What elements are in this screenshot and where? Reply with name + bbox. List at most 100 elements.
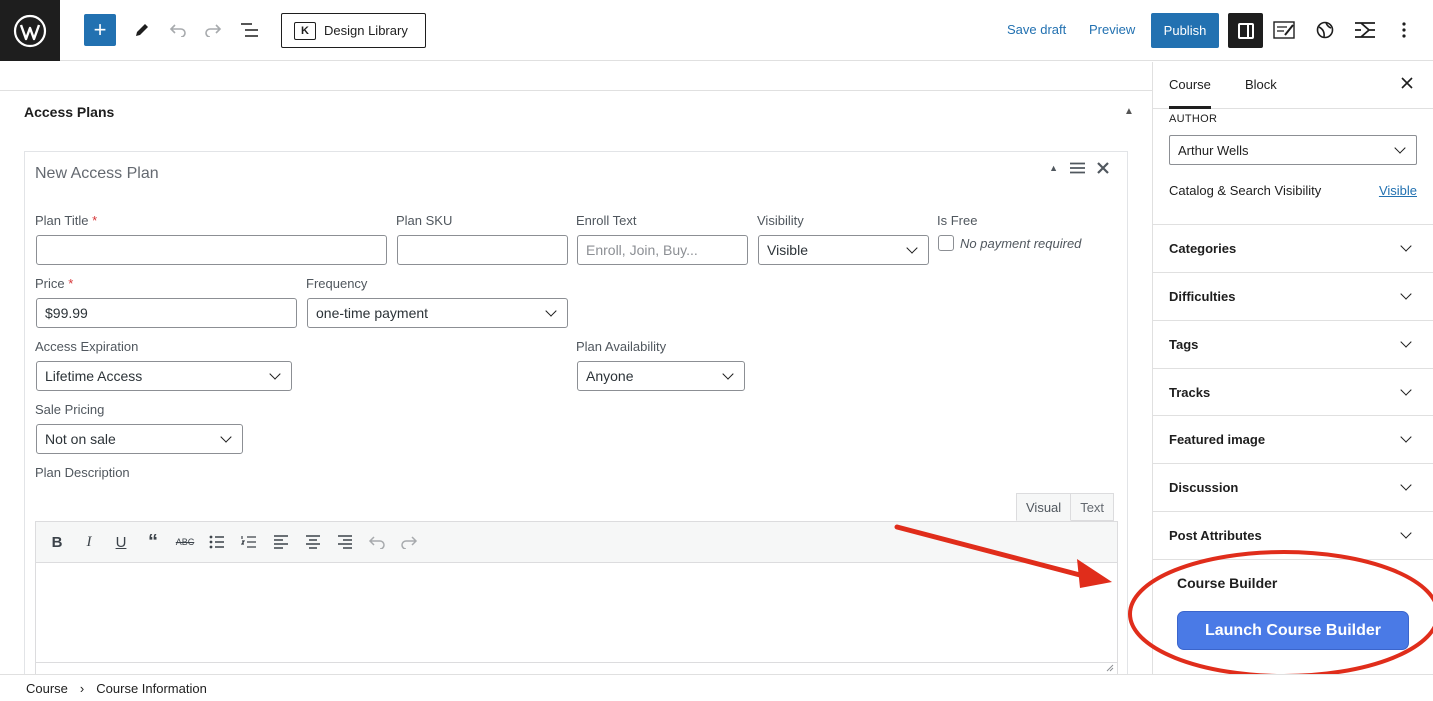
access-plans-title: Access Plans [24,104,115,120]
access-expiration-select[interactable]: Lifetime Access [36,361,292,391]
strikethrough-icon[interactable]: ABC [176,533,195,551]
panel-tracks[interactable]: Tracks [1153,368,1433,416]
document-edit-icon [1273,21,1295,39]
plan-header-title: New Access Plan [35,165,159,182]
bold-icon[interactable]: B [48,533,66,551]
panel-categories[interactable]: Categories [1153,224,1433,272]
align-left-icon[interactable] [272,533,290,551]
visibility-select[interactable]: Visible [758,235,929,265]
breadcrumb-item-course-information[interactable]: Course Information [96,681,207,696]
is-free-label: Is Free [937,213,978,228]
kadence-button[interactable] [1351,14,1379,46]
chevron-down-icon [269,367,281,380]
enroll-text-input[interactable]: Enroll, Join, Buy... [577,235,748,265]
numbered-list-icon[interactable] [240,533,258,551]
italic-icon[interactable]: I [80,533,98,551]
vertical-dots-icon [1402,22,1406,38]
sale-pricing-value: Not on sale [45,431,116,447]
price-label: Price * [35,276,74,291]
close-sidebar-button[interactable] [1401,76,1413,94]
design-library-button[interactable]: K Design Library [281,13,426,48]
collapse-up-icon[interactable]: ▲ [1049,163,1058,173]
tools-button[interactable] [130,14,154,46]
panel-difficulties[interactable]: Difficulties [1153,272,1433,320]
author-value: Arthur Wells [1178,142,1249,158]
tab-course[interactable]: Course [1169,62,1211,109]
editor-style-button[interactable] [1272,14,1298,46]
global-styles-button[interactable] [1312,14,1338,46]
course-builder-title: Course Builder [1177,575,1278,591]
panel-label: Discussion [1169,480,1239,495]
add-block-button[interactable]: + [84,14,116,46]
plan-controls: ▲ [1049,162,1109,174]
plan-availability-label: Plan Availability [576,339,667,354]
plan-sku-input[interactable] [397,235,568,265]
catalog-visibility-label: Catalog & Search Visibility [1169,183,1322,198]
redo-icon[interactable] [400,533,418,551]
breadcrumb-item-course[interactable]: Course [26,681,68,696]
align-right-icon[interactable] [336,533,354,551]
visibility-label: Visibility [757,213,804,228]
redo-button[interactable] [201,14,225,46]
settings-sidebar: Course Block AUTHOR Arthur Wells Catalog… [1152,62,1433,674]
undo-icon[interactable] [368,533,386,551]
underline-icon[interactable]: U [112,533,130,551]
editor-content-area[interactable] [36,563,1117,663]
chevron-down-icon [1400,527,1412,539]
breadcrumb-footer: Course › Course Information [0,674,1433,701]
plan-title-label: Plan Title * [35,213,98,228]
collapse-up-icon[interactable]: ▲ [1124,106,1134,117]
panel-featured-image[interactable]: Featured image [1153,415,1433,463]
kadence-icon [1355,22,1375,38]
tab-text[interactable]: Text [1071,493,1115,521]
tab-block[interactable]: Block [1245,62,1277,109]
catalog-visibility-link[interactable]: Visible [1379,183,1417,198]
list-view-button[interactable] [238,14,262,46]
is-free-checkbox[interactable] [938,235,954,251]
plan-availability-select[interactable]: Anyone [577,361,745,391]
frequency-select[interactable]: one-time payment [307,298,568,328]
frequency-label: Frequency [306,276,368,291]
access-plan-box: New Access Plan ▲ Plan Title * Plan SKU … [24,151,1128,674]
panel-label: Featured image [1169,432,1266,447]
catalog-visibility-row: Catalog & Search Visibility Visible [1169,183,1417,198]
panel-label: Post Attributes [1169,528,1262,543]
chevron-down-icon [1400,240,1412,252]
panel-discussion[interactable]: Discussion [1153,463,1433,511]
chevron-down-icon [1394,141,1406,154]
list-view-icon [241,23,258,37]
sale-pricing-select[interactable]: Not on sale [36,424,243,454]
resize-handle-icon[interactable] [1106,664,1114,672]
launch-course-builder-button[interactable]: Launch Course Builder [1177,611,1409,650]
chevron-down-icon [1400,431,1412,443]
blockquote-icon[interactable]: “ [144,531,162,553]
is-free-checkbox-label: No payment required [960,236,1082,251]
save-draft-button[interactable]: Save draft [1007,14,1066,46]
options-button[interactable] [1394,14,1414,46]
wordpress-logo[interactable] [0,0,60,61]
panel-post-attributes[interactable]: Post Attributes [1153,511,1433,559]
undo-icon [169,24,186,37]
undo-button[interactable] [166,14,190,46]
panel-label: Difficulties [1169,289,1236,304]
breadcrumb-separator: › [79,680,85,696]
chevron-down-icon [1400,336,1412,348]
align-center-icon[interactable] [304,533,322,551]
editor-toolbar: B I U “ ABC [36,522,1117,563]
close-icon[interactable] [1097,162,1109,174]
drag-handle-icon[interactable] [1070,162,1085,174]
plan-title-input[interactable] [36,235,387,265]
price-input[interactable]: $99.99 [36,298,297,328]
panel-tags[interactable]: Tags [1153,320,1433,368]
visibility-value: Visible [767,242,808,258]
author-select[interactable]: Arthur Wells [1169,135,1417,165]
plan-availability-value: Anyone [586,368,634,384]
tab-visual[interactable]: Visual [1016,493,1072,521]
frequency-value: one-time payment [316,305,429,321]
settings-toggle-button[interactable] [1228,13,1263,48]
sale-pricing-label: Sale Pricing [35,402,105,417]
bullet-list-icon[interactable] [208,533,226,551]
publish-button[interactable]: Publish [1151,13,1219,48]
preview-button[interactable]: Preview [1089,14,1135,46]
panel-label: Tracks [1169,385,1211,400]
